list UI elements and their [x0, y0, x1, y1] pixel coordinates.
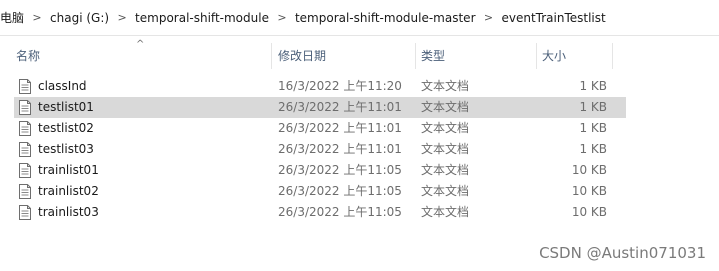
breadcrumb-item-temporal-shift-module[interactable]: temporal-shift-module: [129, 0, 275, 36]
file-row[interactable]: testlist01 26/3/2022 上午11:01 文本文档 1 KB: [14, 97, 626, 118]
file-row[interactable]: testlist03 26/3/2022 上午11:01 文本文档 1 KB: [14, 139, 626, 160]
breadcrumb-separator-icon[interactable]: >: [482, 11, 496, 24]
file-name: trainlist01: [38, 163, 99, 177]
file-row[interactable]: testlist02 26/3/2022 上午11:01 文本文档 1 KB: [14, 118, 626, 139]
file-size: 10 KB: [571, 163, 607, 177]
file-row[interactable]: trainlist02 26/3/2022 上午11:05 文本文档 10 KB: [14, 181, 626, 202]
file-row[interactable]: trainlist03 26/3/2022 上午11:05 文本文档 10 KB: [14, 202, 626, 223]
file-date-modified: 26/3/2022 上午11:01: [278, 142, 402, 156]
text-document-icon: [19, 121, 31, 136]
column-header-type[interactable]: 类型: [421, 37, 535, 75]
file-type: 文本文档: [421, 142, 470, 156]
file-size: 1 KB: [579, 121, 607, 135]
watermark: CSDN @Austin071031: [539, 244, 706, 262]
column-header-size[interactable]: 大小: [542, 37, 612, 75]
file-date-modified: 26/3/2022 上午11:01: [278, 100, 402, 114]
file-date-modified: 26/3/2022 上午11:05: [278, 184, 402, 198]
text-document-icon: [19, 205, 31, 220]
file-list: classInd 16/3/2022 上午11:20 文本文档 1 KB tes…: [0, 76, 719, 223]
breadcrumb: 电脑 > chagi (G:) > temporal-shift-module …: [0, 0, 719, 36]
column-header-date-modified[interactable]: 修改日期: [278, 37, 414, 75]
column-divider[interactable]: [612, 43, 613, 69]
breadcrumb-item-this-pc[interactable]: 电脑: [0, 0, 30, 36]
column-header-name[interactable]: 名称: [16, 37, 270, 75]
file-date-modified: 26/3/2022 上午11:05: [278, 163, 402, 177]
file-date-modified: 26/3/2022 上午11:05: [278, 205, 402, 219]
file-size: 1 KB: [579, 79, 607, 93]
text-document-icon: [19, 142, 31, 157]
breadcrumb-separator-icon[interactable]: >: [30, 11, 44, 24]
file-name: trainlist02: [38, 184, 99, 198]
column-divider[interactable]: [271, 43, 272, 69]
file-size: 10 KB: [571, 205, 607, 219]
column-divider[interactable]: [536, 43, 537, 69]
file-type: 文本文档: [421, 121, 470, 135]
file-type: 文本文档: [421, 205, 470, 219]
breadcrumb-item-temporal-shift-module-master[interactable]: temporal-shift-module-master: [289, 0, 482, 36]
file-name: testlist01: [38, 100, 94, 114]
text-document-icon: [19, 100, 31, 115]
column-divider[interactable]: [415, 43, 416, 69]
file-type: 文本文档: [421, 184, 470, 198]
file-type: 文本文档: [421, 79, 470, 93]
file-row[interactable]: classInd 16/3/2022 上午11:20 文本文档 1 KB: [14, 76, 626, 97]
file-explorer-window: 电脑 > chagi (G:) > temporal-shift-module …: [0, 0, 719, 271]
file-name: classInd: [38, 79, 87, 93]
file-size: 1 KB: [579, 100, 607, 114]
column-header-row: ^ 名称 修改日期 类型 大小: [0, 37, 719, 75]
file-type: 文本文档: [421, 163, 470, 177]
file-date-modified: 26/3/2022 上午11:01: [278, 121, 402, 135]
file-row[interactable]: trainlist01 26/3/2022 上午11:05 文本文档 10 KB: [14, 160, 626, 181]
text-document-icon: [19, 79, 31, 94]
breadcrumb-separator-icon[interactable]: >: [115, 11, 129, 24]
text-document-icon: [19, 184, 31, 199]
file-size: 1 KB: [579, 142, 607, 156]
file-date-modified: 16/3/2022 上午11:20: [278, 79, 402, 93]
breadcrumb-item-current-folder[interactable]: eventTrainTestlist: [496, 0, 612, 36]
file-name: testlist03: [38, 142, 94, 156]
file-type: 文本文档: [421, 100, 470, 114]
breadcrumb-separator-icon[interactable]: >: [275, 11, 289, 24]
breadcrumb-item-drive[interactable]: chagi (G:): [44, 0, 115, 36]
file-name: testlist02: [38, 121, 94, 135]
file-size: 10 KB: [571, 184, 607, 198]
file-name: trainlist03: [38, 205, 99, 219]
text-document-icon: [19, 163, 31, 178]
